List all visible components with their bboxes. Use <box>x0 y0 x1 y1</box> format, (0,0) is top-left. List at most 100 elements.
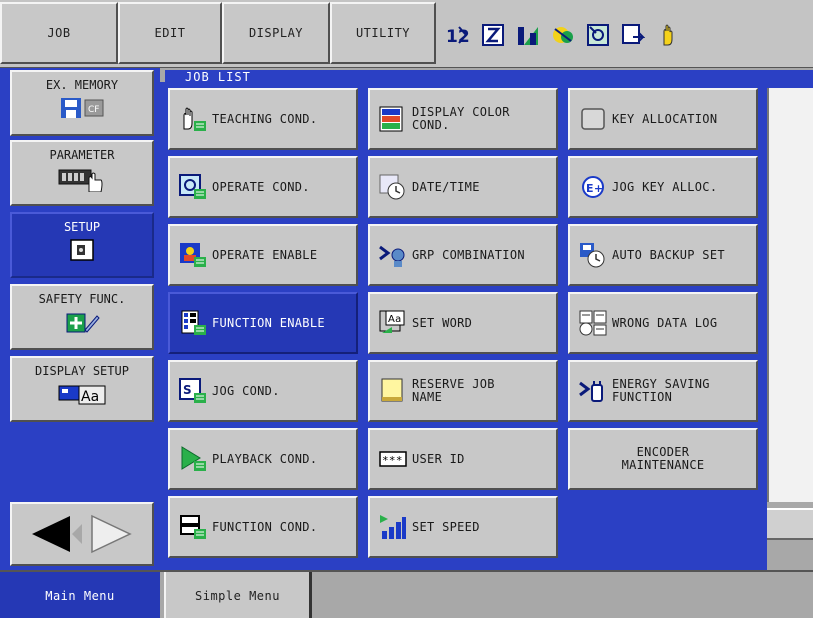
memory-card-icon: CF <box>61 98 104 118</box>
svg-text:***: *** <box>382 454 403 467</box>
menu-page-nav <box>10 502 154 566</box>
setup-user-id[interactable]: *** USER ID <box>368 428 558 490</box>
jog-key-icon: E+ <box>582 176 604 198</box>
setup-operate-cond[interactable]: OPERATE COND. <box>168 156 358 218</box>
job-list-scroll <box>767 508 813 540</box>
left-item-display-setup-label: DISPLAY SETUP <box>35 364 129 378</box>
job-list-area <box>767 88 813 502</box>
setup-encoder-maintenance[interactable]: ENCODER MAINTENANCE <box>568 428 758 490</box>
setup-playback-cond[interactable]: PLAYBACK COND. <box>168 428 358 490</box>
log-icon <box>579 310 607 336</box>
key-icon <box>581 108 605 130</box>
svg-text:Aa: Aa <box>388 314 402 325</box>
output-icon <box>622 24 645 44</box>
setup-operate-cond-label: OPERATE COND. <box>212 179 310 194</box>
display-setup-icon: Aa <box>58 385 106 405</box>
menu-display-label: DISPLAY <box>248 26 304 40</box>
word-icon: Aa <box>379 310 405 333</box>
note-icon <box>381 378 403 402</box>
setup-operate-enable-label: OPERATE ENABLE <box>212 247 318 262</box>
menu-edit[interactable]: EDIT <box>118 2 222 64</box>
menu-edit-label: EDIT <box>154 26 186 40</box>
setup-key-allocation[interactable]: KEY ALLOCATION <box>568 88 758 150</box>
setup-jog-key-alloc[interactable]: E+ JOG KEY ALLOC. <box>568 156 758 218</box>
tab-main-menu[interactable]: Main Menu <box>0 572 160 618</box>
tab-main-menu-label: Main Menu <box>45 589 115 603</box>
setup-jog-cond-label: JOG COND. <box>212 383 280 398</box>
setup-playback-cond-label: PLAYBACK COND. <box>212 451 318 466</box>
setup-set-word[interactable]: Aa SET WORD <box>368 292 558 354</box>
safety-icon <box>66 313 100 333</box>
setup-display-color-cond-label: DISPLAY COLOR COND. <box>412 105 510 132</box>
setup-icon <box>70 239 94 261</box>
backup-icon <box>580 243 605 268</box>
setup-energy-saving-function-label: ENERGY SAVING FUNCTION <box>612 377 710 404</box>
svg-text:E+: E+ <box>586 182 603 195</box>
setup-set-word-label: SET WORD <box>412 315 473 330</box>
mode-icon <box>587 24 609 46</box>
setup-energy-saving-function[interactable]: ENERGY SAVING FUNCTION <box>568 360 758 422</box>
setup-teaching-cond-label: TEACHING COND. <box>212 111 318 126</box>
left-item-ex-memory-label: EX. MEMORY <box>45 78 119 92</box>
status-icons: 12 <box>446 20 680 50</box>
svg-text:12: 12 <box>446 27 470 47</box>
arrow-left-icon[interactable] <box>12 504 152 564</box>
setup-display-color-cond[interactable]: DISPLAY COLOR COND. <box>368 88 558 150</box>
setup-auto-backup-set[interactable]: AUTO BACKUP SET <box>568 224 758 286</box>
left-item-safety-func[interactable]: SAFETY FUNC. <box>10 284 154 350</box>
left-item-display-setup[interactable]: DISPLAY SETUP Aa <box>10 356 154 422</box>
tab-simple-menu[interactable]: Simple Menu <box>164 572 312 618</box>
setup-set-speed-label: SET SPEED <box>412 519 480 534</box>
setup-date-time[interactable]: DATE/TIME <box>368 156 558 218</box>
setup-encoder-maintenance-label: ENCODER MAINTENANCE <box>621 445 705 472</box>
setup-function-cond[interactable]: FUNCTION COND. <box>168 496 358 558</box>
user-id-icon: *** <box>379 451 407 467</box>
left-item-ex-memory[interactable]: EX. MEMORY CF <box>10 70 154 136</box>
energy-icon <box>579 381 603 402</box>
setup-wrong-data-log-label: WRONG DATA LOG <box>612 315 718 330</box>
menu-job-label: JOB <box>47 26 71 40</box>
svg-text:Aa: Aa <box>81 389 99 405</box>
setup-user-id-label: USER ID <box>412 451 465 466</box>
main-window: JOB LIST TEACHING COND. OPERATE COND. OP… <box>160 68 813 570</box>
setup-operate-enable[interactable]: OPERATE ENABLE <box>168 224 358 286</box>
signal-icon <box>518 27 538 45</box>
setup-function-cond-label: FUNCTION COND. <box>212 519 318 534</box>
setup-set-speed[interactable]: SET SPEED <box>368 496 558 558</box>
menu-job[interactable]: JOB <box>0 2 118 64</box>
setup-submenu: TEACHING COND. OPERATE COND. OPERATE ENA… <box>160 82 767 570</box>
left-item-parameter-label: PARAMETER <box>49 148 115 162</box>
left-item-setup[interactable]: SETUP <box>10 212 154 278</box>
left-item-parameter[interactable]: PARAMETER <box>10 140 154 206</box>
left-menu: EX. MEMORY CF PARAMETER SETUP SAFETY FUN… <box>0 68 160 570</box>
svg-text:CF: CF <box>88 105 99 115</box>
hand-icon <box>663 24 673 46</box>
setup-grp-combination[interactable]: GRP COMBINATION <box>368 224 558 286</box>
left-item-safety-func-label: SAFETY FUNC. <box>38 292 126 306</box>
setup-reserve-job-name[interactable]: RESERVE JOB NAME <box>368 360 558 422</box>
top-menu-bar: JOB EDIT DISPLAY UTILITY 12 <box>0 0 813 68</box>
jog-icon: S <box>179 378 206 403</box>
playback-icon <box>181 446 206 471</box>
speed-icon <box>380 515 406 539</box>
operate-enable-icon <box>180 243 206 267</box>
bottom-tab-bar: Main Menu Simple Menu <box>0 570 813 618</box>
brake-icon <box>553 27 573 43</box>
setup-teaching-cond[interactable]: TEACHING COND. <box>168 88 358 150</box>
menu-utility-label: UTILITY <box>355 26 411 40</box>
setup-function-enable-label: FUNCTION ENABLE <box>212 315 325 330</box>
edit-lock-icon <box>482 24 504 46</box>
tab-simple-menu-label: Simple Menu <box>195 589 280 603</box>
setup-grp-combination-label: GRP COMBINATION <box>412 247 525 262</box>
setup-wrong-data-log[interactable]: WRONG DATA LOG <box>568 292 758 354</box>
menu-display[interactable]: DISPLAY <box>222 2 330 64</box>
clock-icon <box>379 174 405 200</box>
setup-jog-cond[interactable]: S JOG COND. <box>168 360 358 422</box>
setup-date-time-label: DATE/TIME <box>412 179 480 194</box>
menu-utility[interactable]: UTILITY <box>330 2 436 64</box>
operate-cond-icon <box>179 174 206 199</box>
function-cond-icon <box>180 515 206 539</box>
setup-reserve-job-name-label: RESERVE JOB NAME <box>412 377 495 404</box>
setup-function-enable[interactable]: FUNCTION ENABLE <box>168 292 358 354</box>
group-icon <box>379 245 405 267</box>
